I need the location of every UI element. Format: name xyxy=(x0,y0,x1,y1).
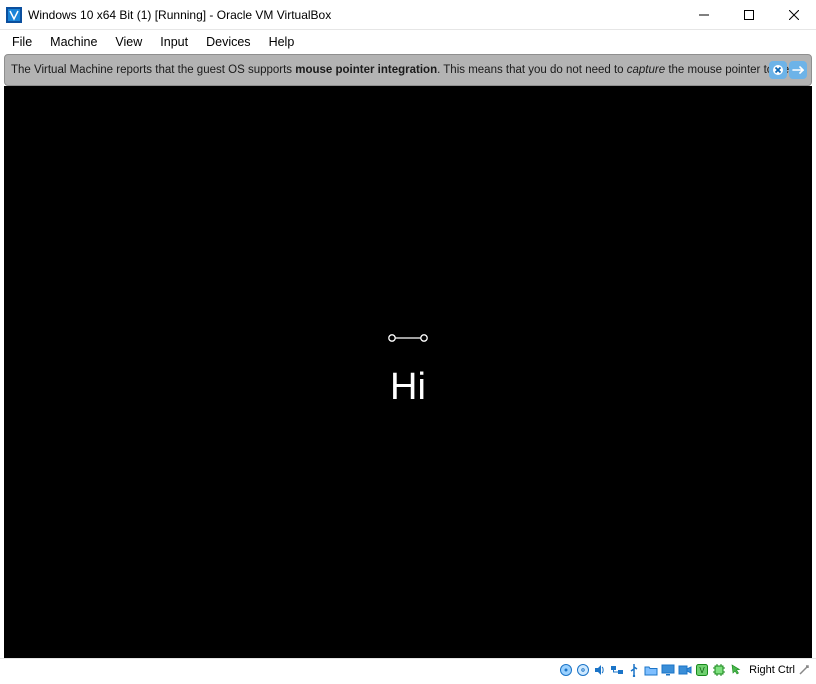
cpu-icon[interactable] xyxy=(711,662,727,678)
suppress-info-button[interactable] xyxy=(789,61,807,79)
window-titlebar: Windows 10 x64 Bit (1) [Running] - Oracl… xyxy=(0,0,816,30)
display-icon[interactable] xyxy=(660,662,676,678)
menu-input[interactable]: Input xyxy=(152,33,196,51)
menu-file[interactable]: File xyxy=(4,33,40,51)
menu-machine[interactable]: Machine xyxy=(42,33,105,51)
host-key-indicator-icon xyxy=(796,662,812,678)
guest-display[interactable]: Hi xyxy=(4,86,812,658)
dismiss-info-button[interactable] xyxy=(769,61,787,79)
virtualbox-app-icon xyxy=(6,7,22,23)
oobe-greeting: Hi xyxy=(390,366,426,409)
integration-info-bar: The Virtual Machine reports that the gue… xyxy=(4,54,812,86)
network-icon[interactable] xyxy=(609,662,625,678)
integration-info-text: The Virtual Machine reports that the gue… xyxy=(11,64,805,76)
progress-spinner-icon xyxy=(387,331,429,349)
optical-icon[interactable] xyxy=(575,662,591,678)
audio-icon[interactable] xyxy=(592,662,608,678)
minimize-button[interactable] xyxy=(681,0,726,30)
menu-view[interactable]: View xyxy=(107,33,150,51)
usb-icon[interactable] xyxy=(626,662,642,678)
close-button[interactable] xyxy=(771,0,816,30)
shared-folders-icon[interactable] xyxy=(643,662,659,678)
recording-icon[interactable] xyxy=(677,662,693,678)
menubar: File Machine View Input Devices Help xyxy=(0,30,816,54)
menu-help[interactable]: Help xyxy=(261,33,303,51)
mouse-integration-icon[interactable] xyxy=(728,662,744,678)
host-key-label: Right Ctrl xyxy=(749,664,795,676)
svg-text:V: V xyxy=(699,666,705,675)
statusbar: V Right Ctrl xyxy=(0,658,816,680)
maximize-button[interactable] xyxy=(726,0,771,30)
menu-devices[interactable]: Devices xyxy=(198,33,258,51)
window-title: Windows 10 x64 Bit (1) [Running] - Oracl… xyxy=(28,8,331,22)
harddisk-icon[interactable] xyxy=(558,662,574,678)
vm-state-icon[interactable]: V xyxy=(694,662,710,678)
